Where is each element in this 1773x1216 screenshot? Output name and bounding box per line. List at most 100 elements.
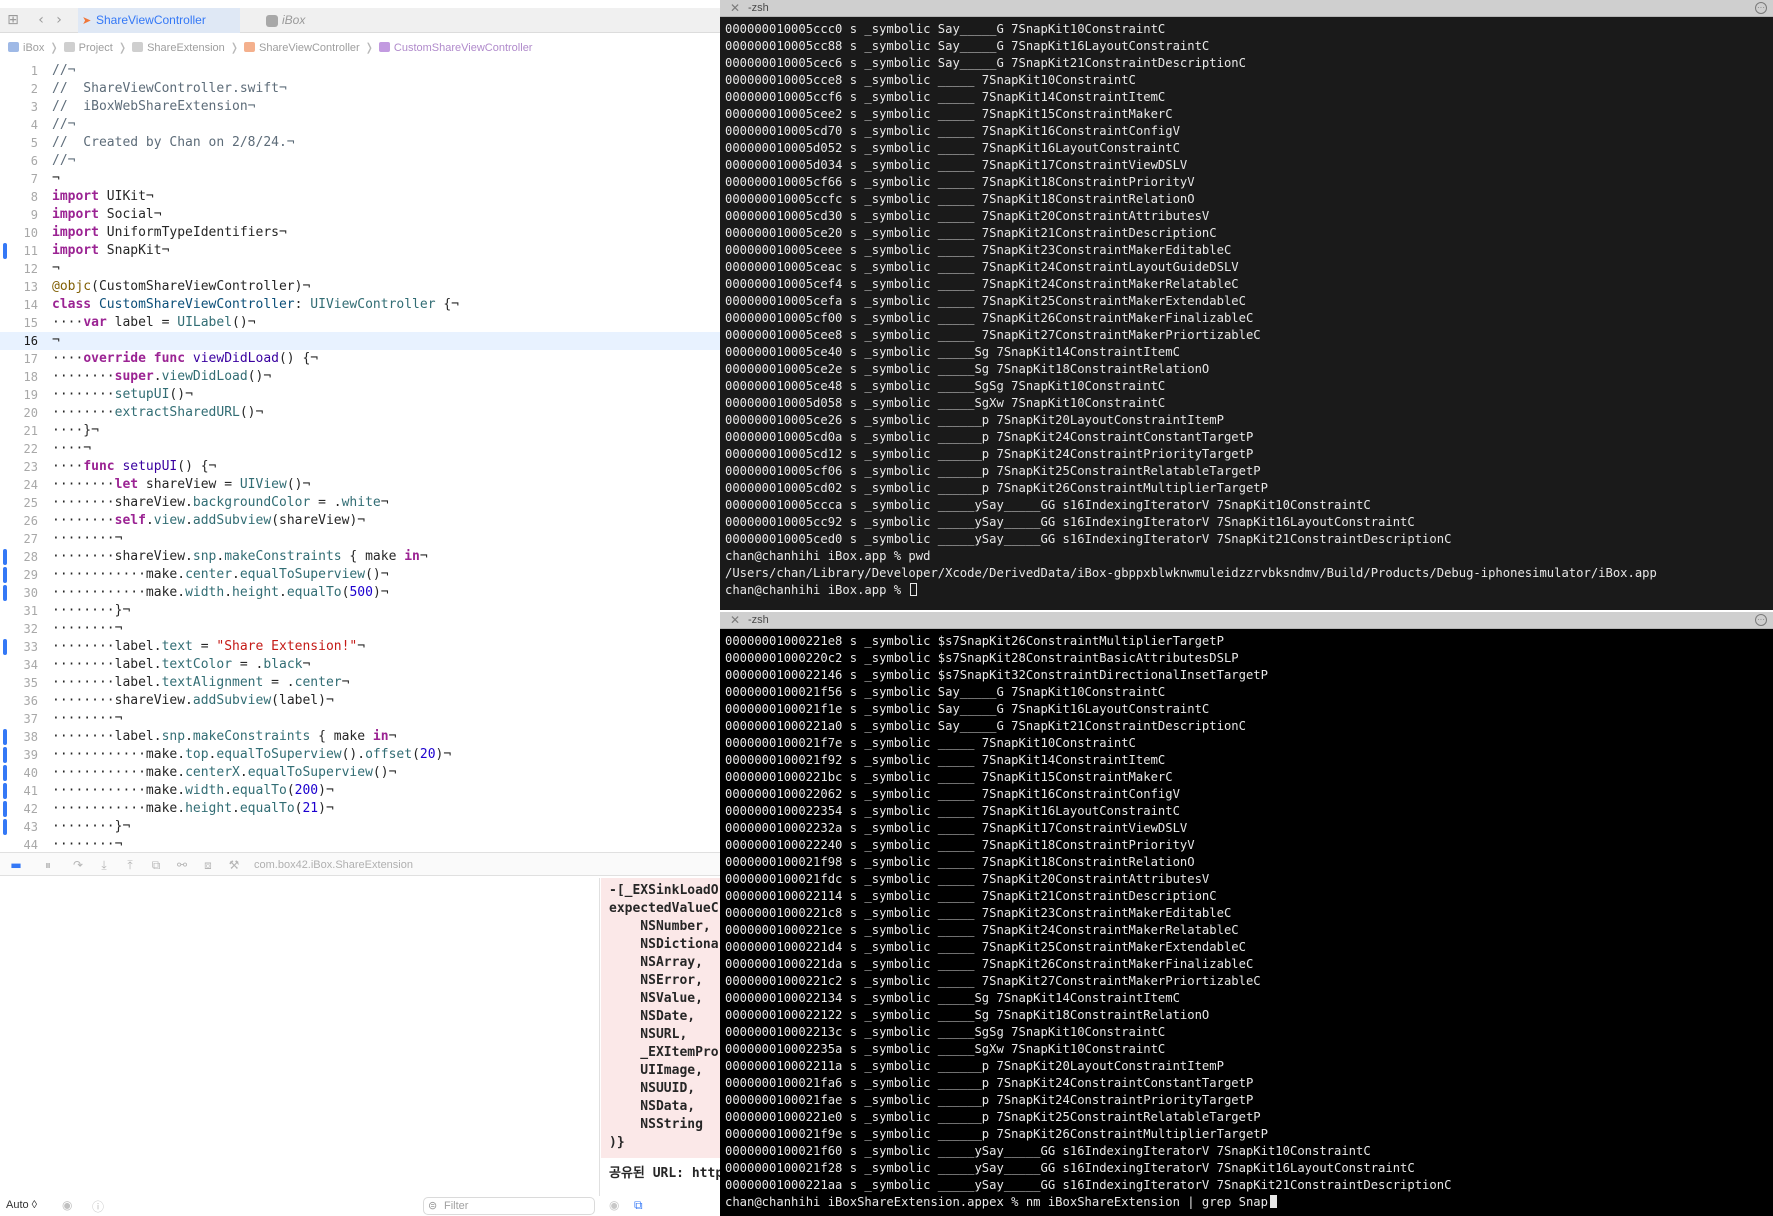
tab-ibox[interactable]: iBox xyxy=(262,8,305,33)
back-icon[interactable]: ‹ xyxy=(32,11,50,29)
code-text: ········label.textAlignment = .center¬ xyxy=(52,674,349,692)
variables-scope-popup[interactable]: Auto ◊ xyxy=(6,1199,37,1211)
code-line[interactable]: 35 ········label.textAlignment = .center¬ xyxy=(0,674,720,692)
code-line[interactable]: 37 ········¬ xyxy=(0,710,720,728)
terminal-line: 00000001000221e8 s _symbolic $s7SnapKit2… xyxy=(725,633,1773,650)
step-out-icon[interactable]: ⤒ xyxy=(122,857,138,873)
line-number: 44 xyxy=(23,838,38,850)
code-line[interactable]: 18 ········super.viewDidLoad()¬ xyxy=(0,368,720,386)
code-line[interactable]: 12 ¬ xyxy=(0,260,720,278)
more-icon[interactable]: ··· xyxy=(1755,614,1767,626)
grid-icon[interactable]: ⊞ xyxy=(4,11,22,29)
code-line[interactable]: 16 ¬ xyxy=(0,332,720,350)
code-line[interactable]: 8 import UIKit¬ xyxy=(0,188,720,206)
code-line[interactable]: 32 ········¬ xyxy=(0,620,720,638)
code-line[interactable]: 17 ····override func viewDidLoad() {¬ xyxy=(0,350,720,368)
code-line[interactable]: 33 ········label.text = "Share Extension!… xyxy=(0,638,720,656)
code-line[interactable]: 36 ········shareView.addSubview(label)¬ xyxy=(0,692,720,710)
code-line[interactable]: 7 ¬ xyxy=(0,170,720,188)
simulate-location-icon[interactable]: ⚒ xyxy=(226,857,242,873)
code-line[interactable]: 34 ········label.textColor = .black¬ xyxy=(0,656,720,674)
line-number: 12 xyxy=(23,262,38,276)
code-line[interactable]: 22 ····¬ xyxy=(0,440,720,458)
code-line[interactable]: 25 ········shareView.backgroundColor = .w… xyxy=(0,494,720,512)
code-line[interactable]: 11 import SnapKit¬ xyxy=(0,242,720,260)
code-line[interactable]: 41 ············make.width.equalTo(200)¬ xyxy=(0,782,720,800)
code-line[interactable]: 27 ········¬ xyxy=(0,530,720,548)
memory-graph-icon[interactable]: ⚯ xyxy=(174,857,190,873)
code-line[interactable]: 21 ····}¬ xyxy=(0,422,720,440)
code-line[interactable]: 10 import UniformTypeIdentifiers¬ xyxy=(0,224,720,242)
close-icon[interactable]: ✕ xyxy=(730,612,740,628)
code-line[interactable]: 26 ········self.view.addSubview(shareView… xyxy=(0,512,720,530)
more-icon[interactable]: ··· xyxy=(1755,2,1767,14)
code-token: ¬ xyxy=(341,675,350,690)
step-into-icon[interactable]: ⤓ xyxy=(96,857,112,873)
breadcrumb-item-file[interactable]: ShareViewController xyxy=(243,38,360,58)
code-line[interactable]: 43 ········}¬ xyxy=(0,818,720,836)
code-line[interactable]: 2 // ShareViewController.swift¬ xyxy=(0,80,720,98)
view-hierarchy-icon[interactable]: ⧉ xyxy=(148,857,164,873)
terminal-line: 0000000100021f28 s _symbolic _____ySay__… xyxy=(725,1160,1773,1177)
terminal-output[interactable]: 000000010005ccc0 s _symbolic Say_____G 7… xyxy=(720,17,1773,610)
code-line[interactable]: 24 ········let shareView = UIView()¬ xyxy=(0,476,720,494)
code-token: var xyxy=(83,315,107,330)
code-token: = xyxy=(192,639,217,654)
code-line[interactable]: 23 ····func setupUI() {¬ xyxy=(0,458,720,476)
terminal-line-text: 000000010005cee8 s _symbolic _____ 7Snap… xyxy=(725,328,1261,342)
code-line[interactable]: 30 ············make.width.height.equalTo(… xyxy=(0,584,720,602)
breadcrumb-item-shareextension[interactable]: ShareExtension xyxy=(132,38,225,58)
code-line[interactable]: 3 // iBoxWebShareExtension¬ xyxy=(0,98,720,116)
code-line[interactable]: 28 ········shareView.snp.makeConstraints … xyxy=(0,548,720,566)
code-line[interactable]: 29 ············make.center.equalToSupervi… xyxy=(0,566,720,584)
code-line[interactable]: 31 ········}¬ xyxy=(0,602,720,620)
code-line[interactable]: 38 ········label.snp.makeConstraints { ma… xyxy=(0,728,720,746)
code-text: ········super.viewDidLoad()¬ xyxy=(52,368,271,386)
terminal-line-text: 0000000100021f92 s _symbolic _____ 7Snap… xyxy=(725,753,1166,767)
code-line[interactable]: 44 ········¬ xyxy=(0,836,720,850)
filter-field[interactable]: ⊜ Filter xyxy=(423,1197,595,1215)
code-line[interactable]: 6 //¬ xyxy=(0,152,720,170)
split-view-icon[interactable]: ⧉ xyxy=(634,1198,643,1213)
tab-shareviewcontroller[interactable]: ➤ ShareViewController xyxy=(78,8,240,33)
eye-icon[interactable]: ◉ xyxy=(62,1198,72,1212)
code-token: { make xyxy=(310,729,373,744)
code-token: . xyxy=(232,801,240,816)
hide-debug-area-icon[interactable]: ▬ xyxy=(8,857,24,873)
breadcrumb-item-class[interactable]: CustomShareViewController xyxy=(378,38,532,58)
code-line[interactable]: 13 @objc(CustomShareViewController)¬ xyxy=(0,278,720,296)
code-token: width xyxy=(185,585,225,600)
code-line[interactable]: 5 // Created by Chan on 2/8/24.¬ xyxy=(0,134,720,152)
code-line[interactable]: 15 ····var label = UILabel()¬ xyxy=(0,314,720,332)
code-line[interactable]: 40 ············make.centerX.equalToSuperv… xyxy=(0,764,720,782)
step-over-icon[interactable]: ↷ xyxy=(70,857,86,873)
change-marker xyxy=(3,819,7,835)
info-icon[interactable]: ⓘ xyxy=(92,1198,104,1215)
terminal-line: 000000010005cee2 s _symbolic _____ 7Snap… xyxy=(725,106,1773,123)
code-line[interactable]: 19 ········setupUI()¬ xyxy=(0,386,720,404)
eye-icon[interactable]: ◉ xyxy=(609,1198,619,1212)
code-line[interactable]: 9 import Social¬ xyxy=(0,206,720,224)
breadcrumb-item-ibox[interactable]: iBox xyxy=(8,38,44,58)
terminal-line-text: 00000001000221aa s _symbolic _____ySay__… xyxy=(725,1178,1452,1192)
code-text: //¬ xyxy=(52,152,75,170)
code-token: equalToSuperview xyxy=(216,747,342,762)
code-text: ········}¬ xyxy=(52,602,130,620)
code-line[interactable]: 39 ············make.top.equalToSuperview(… xyxy=(0,746,720,764)
close-icon[interactable]: ✕ xyxy=(730,0,740,16)
code-line[interactable]: 4 //¬ xyxy=(0,116,720,134)
terminal-output[interactable]: 00000001000221e8 s _symbolic $s7SnapKit2… xyxy=(720,629,1773,1216)
terminal-window-top[interactable]: ✕ -zsh ··· 000000010005ccc0 s _symbolic … xyxy=(720,0,1773,610)
code-line[interactable]: 14 class CustomShareViewController: UIVie… xyxy=(0,296,720,314)
code-line[interactable]: 20 ········extractSharedURL()¬ xyxy=(0,404,720,422)
environment-overrides-icon[interactable]: ⧈ xyxy=(200,857,216,873)
code-line[interactable]: 1 //¬ xyxy=(0,62,720,80)
code-editor[interactable]: 1 //¬ 2 // ShareViewController.swift¬ 3 // iB… xyxy=(0,62,720,850)
pause-icon[interactable]: ⏸ xyxy=(40,857,56,873)
code-line[interactable]: 42 ············make.height.equalTo(21)¬ xyxy=(0,800,720,818)
terminal-line-text: 0000000100022122 s _symbolic _____Sg 7Sn… xyxy=(725,1008,1210,1022)
forward-icon[interactable]: › xyxy=(50,11,68,29)
breadcrumb-item-project[interactable]: Project xyxy=(63,38,113,58)
code-token: )¬ xyxy=(435,747,452,762)
terminal-window-bottom[interactable]: ✕ -zsh ··· 00000001000221e8 s _symbolic … xyxy=(720,612,1773,1216)
